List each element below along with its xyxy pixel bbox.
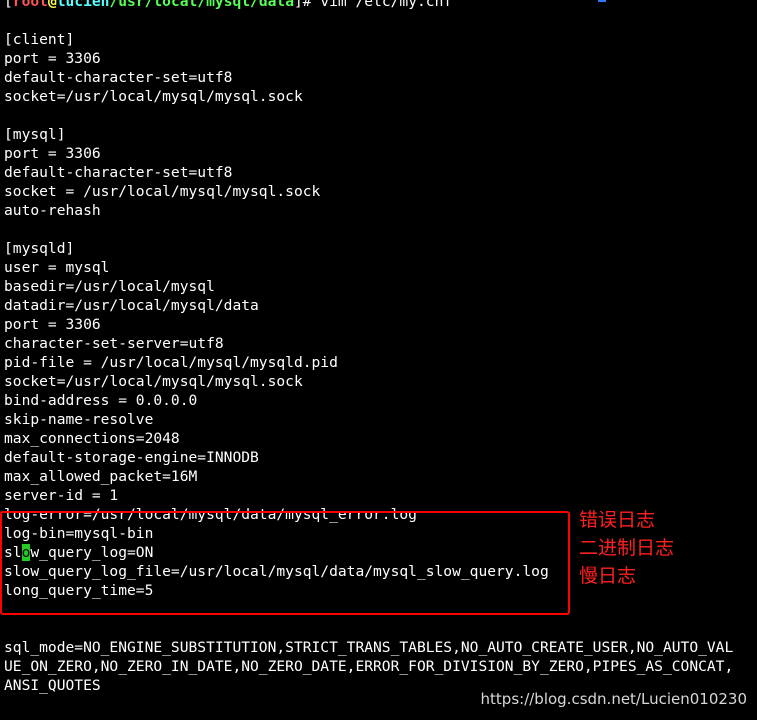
prompt-open-bracket: [ (4, 0, 13, 10)
config-line: basedir=/usr/local/mysql (4, 278, 215, 295)
config-line: max_allowed_packet=16M (4, 468, 198, 485)
prompt-close-bracket: ] (293, 0, 303, 10)
prompt-at: @ (47, 0, 57, 10)
config-line: pid-file = /usr/local/mysql/mysqld.pid (4, 354, 338, 371)
config-line: bind-address = 0.0.0.0 (4, 392, 198, 409)
config-line: [mysql] (4, 126, 66, 143)
config-line: socket=/usr/local/mysql/mysql.sock (4, 88, 303, 105)
prompt-path: /usr/local/mysql/data (109, 0, 294, 10)
config-line: skip-name-resolve (4, 411, 154, 428)
config-line: user = mysql (4, 259, 110, 276)
prompt-line: [root@lucien/usr/local/mysql/data]# vim … (4, 0, 757, 11)
error-log-annotation: 错误日志 (579, 509, 656, 531)
config-line: default-character-set=utf8 (4, 164, 233, 181)
prompt-host: lucien (56, 0, 110, 10)
config-line: character-set-server=utf8 (4, 335, 224, 352)
command-text: vim /etc/my.cnf (320, 0, 453, 10)
config-line: port = 3306 (4, 316, 101, 333)
sql-mode-line: sql_mode=NO_ENGINE_SUBSTITUTION,STRICT_T… (4, 639, 734, 656)
config-line: max_connections=2048 (4, 430, 180, 447)
sql-mode-line: UE_ON_ZERO,NO_ZERO_IN_DATE,NO_ZERO_DATE,… (4, 658, 734, 675)
log-annotations: 错误日志 二进制日志 慢日志 (579, 506, 674, 590)
config-line: port = 3306 (4, 50, 101, 67)
config-line: default-storage-engine=INNODB (4, 449, 259, 466)
config-line: auto-rehash (4, 202, 101, 219)
config-line: default-character-set=utf8 (4, 69, 233, 86)
binary-log-annotation: 二进制日志 (579, 537, 675, 559)
config-line: datadir=/usr/local/mysql/data (4, 297, 259, 314)
log-settings-highlight-box (0, 511, 570, 615)
watermark: https://blog.csdn.net/Lucien010230 (480, 690, 747, 708)
config-line: [client] (4, 31, 75, 48)
prompt-sign: # (302, 0, 321, 10)
config-line: port = 3306 (4, 145, 101, 162)
prompt-user: root (12, 0, 48, 10)
config-line: socket = /usr/local/mysql/mysql.sock (4, 183, 321, 200)
config-line: socket=/usr/local/mysql/mysql.sock (4, 373, 303, 390)
slow-log-annotation: 慢日志 (579, 565, 637, 587)
config-line: server-id = 1 (4, 487, 119, 504)
config-line: [mysqld] (4, 240, 75, 257)
